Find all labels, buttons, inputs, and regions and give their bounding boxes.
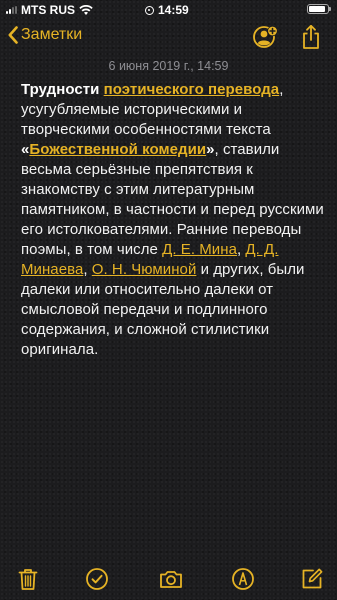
note-link[interactable]: О. Н. Чюминой [92,261,197,278]
status-center: 14:59 [145,3,189,17]
bottom-toolbar [0,565,337,595]
note-text: , [83,261,92,278]
clock: 14:59 [158,3,189,17]
status-left: MTS RUS [6,3,93,17]
note-link[interactable]: поэтического перевода [104,81,280,98]
signal-strength-icon [6,6,17,14]
compose-icon[interactable] [300,567,324,591]
note-timestamp: 6 июня 2019 г., 14:59 [108,59,229,73]
note-body[interactable]: Трудности поэтического перевода, усугубл… [21,80,324,360]
note-bold-text: Трудности [21,81,100,98]
note-link[interactable]: Д. Е. Мина [162,241,237,258]
note-link[interactable]: Божественной комедии [29,141,206,158]
trash-icon[interactable] [16,567,40,591]
markup-icon[interactable] [231,567,255,591]
status-bar: MTS RUS 14:59 [0,0,337,20]
wifi-icon [79,5,93,15]
checklist-icon[interactable] [85,567,109,591]
camera-icon[interactable] [159,567,183,591]
carrier-name: MTS RUS [21,3,75,17]
back-label: Заметки [21,26,83,43]
navigation-bar: Заметки [0,22,337,52]
battery-level [309,6,325,12]
battery-icon [307,4,331,14]
back-button[interactable]: Заметки [8,26,82,44]
screen-recording-icon [145,5,154,15]
notes-screen: MTS RUS 14:59 Заметки 6 июня 2019 г., 14… [0,0,337,600]
share-icon[interactable] [300,24,322,50]
note-bold-text: » [206,141,215,158]
add-person-icon[interactable] [253,25,279,49]
chevron-left-icon [8,26,18,44]
